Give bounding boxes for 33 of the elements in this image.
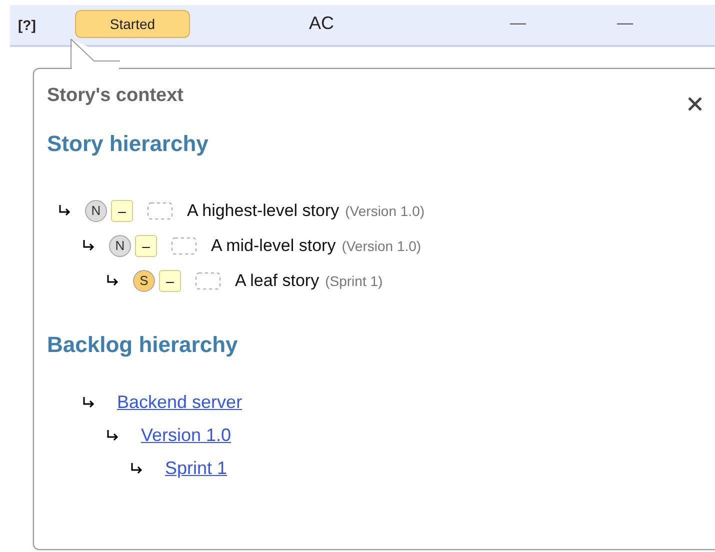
indent-arrow-icon [58, 205, 71, 216]
points-badge: – [111, 200, 133, 222]
popup-title: Story's context [47, 85, 184, 108]
state-badge: N [109, 234, 131, 256]
backlog-link[interactable]: Sprint 1 [165, 458, 228, 478]
section-heading: Story hierarchy [47, 131, 210, 157]
story-name: A highest-level story [187, 200, 340, 220]
backlog-link[interactable]: Backend server [117, 392, 242, 412]
points-badge: – [135, 234, 157, 256]
status-button[interactable]: Started [75, 10, 190, 38]
owner-text: AC [309, 13, 334, 34]
state-badge: S [133, 270, 155, 292]
indent-arrow-icon [82, 396, 95, 408]
indent-arrow-icon [82, 240, 95, 251]
indent-arrow-icon [106, 275, 119, 286]
dashed-box-icon [171, 236, 197, 254]
close-icon[interactable] [686, 95, 704, 113]
help-link[interactable]: [?] [18, 17, 36, 33]
story-backlog: (Sprint 1) [325, 272, 383, 288]
empty-cell: — [617, 15, 633, 33]
points-badge: – [159, 270, 181, 292]
story-name: A leaf story [235, 270, 320, 290]
state-badge: N [85, 200, 107, 222]
empty-cell: — [510, 15, 526, 33]
story-backlog: (Version 1.0) [342, 238, 422, 254]
story-name: A mid-level story [211, 236, 336, 256]
story-backlog: (Version 1.0) [345, 202, 425, 218]
dashed-box-icon [195, 272, 221, 290]
indent-arrow-icon [130, 462, 143, 474]
section-heading: Backlog hierarchy [47, 332, 239, 358]
indent-arrow-icon [106, 430, 119, 440]
dashed-box-icon [147, 202, 173, 220]
backlog-link[interactable]: Version 1.0 [141, 424, 232, 446]
